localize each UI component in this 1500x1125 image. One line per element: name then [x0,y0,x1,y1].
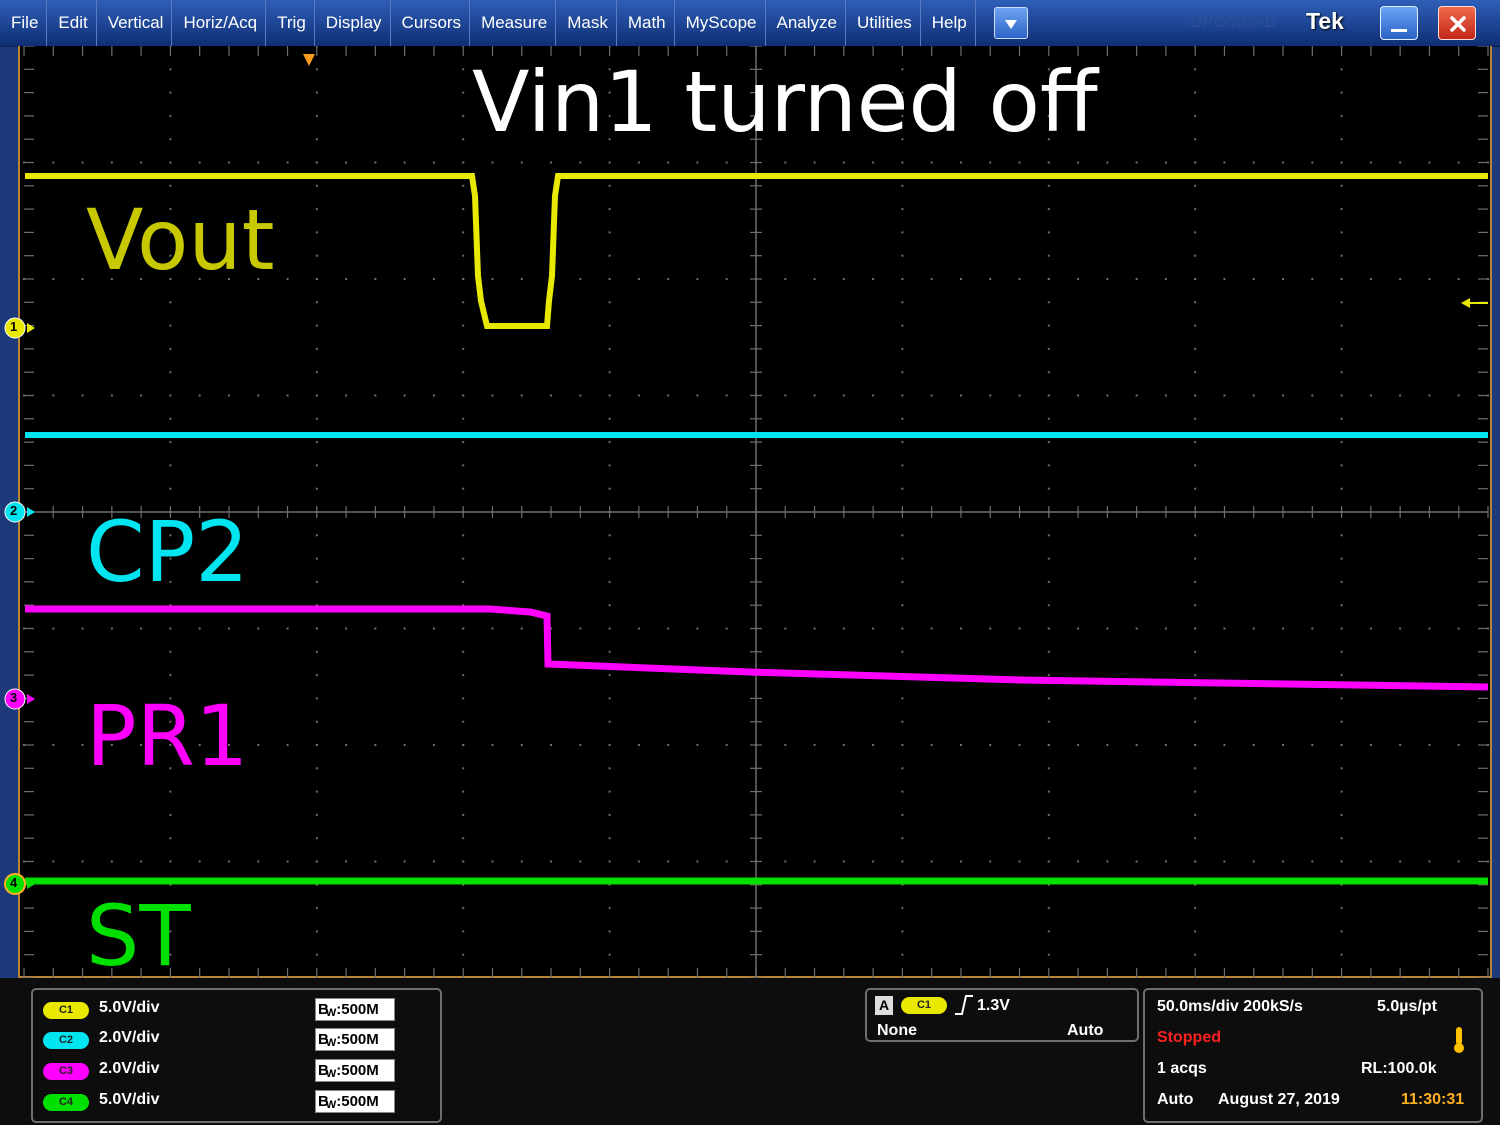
acquisition-date: August 27, 2019 [1218,1091,1340,1108]
menu-bar: File Edit Vertical Horiz/Acq Trig Display Curs… [0,0,1500,47]
channel-2-marker[interactable]: 2 [4,500,44,524]
menu-display[interactable]: Display [315,0,391,46]
menu-vertical[interactable]: Vertical [97,0,173,46]
close-icon [1450,16,1466,32]
channel-3-scale: 2.0V/div [99,1060,160,1077]
annotation-st: ST [86,887,191,985]
menu-edit[interactable]: Edit [47,0,97,46]
status-bar: C1 5.0V/div BW:500M C2 2.0V/div BW:500M … [0,978,1500,1125]
record-length: RL:100.0k [1361,1060,1437,1077]
channel-4-marker[interactable]: 4 [4,872,44,896]
channel-4-badge[interactable]: C4 [43,1094,89,1111]
acquisition-count: 1 acqs [1157,1060,1207,1077]
timebase: 50.0ms/div 200kS/s [1157,998,1303,1015]
channel-4-row[interactable]: C4 5.0V/div BW:500M [43,1090,423,1116]
menu-help[interactable]: Help [921,0,976,46]
channel-3-marker[interactable]: 3 [4,687,44,711]
channel-1-row[interactable]: C1 5.0V/div BW:500M [43,998,423,1024]
channel-4-bandwidth[interactable]: BW:500M [315,1090,395,1113]
trigger-coupling: None [877,1022,917,1039]
acquisition-panel[interactable]: 50.0ms/div 200kS/s 5.0µs/pt Stopped 1 ac… [1143,988,1483,1123]
menu-cursors[interactable]: Cursors [391,0,471,46]
minimize-icon [1391,29,1407,32]
trigger-level: 1.3V [977,997,1010,1014]
menu-horiz-acq[interactable]: Horiz/Acq [172,0,267,46]
annotation-cp2: CP2 [86,503,249,601]
minimize-button[interactable] [1380,6,1418,40]
acquisition-mode: Auto [1157,1091,1194,1108]
channel-settings-panel[interactable]: C1 5.0V/div BW:500M C2 2.0V/div BW:500M … [31,988,442,1123]
menu-math[interactable]: Math [617,0,675,46]
rising-edge-icon [955,995,973,1015]
menu-measure[interactable]: Measure [470,0,557,46]
trigger-level-marker[interactable] [1461,298,1488,308]
menu-trig[interactable]: Trig [266,0,315,46]
channel-3-bw-value: 500M [341,1062,379,1079]
trigger-mode: Auto [1067,1022,1104,1039]
temperature-warning-icon [1454,1027,1464,1053]
annotation-vout: Vout [86,191,275,289]
brand-logo: Tek [1306,8,1344,34]
annotation-title: Vin1 turned off [472,53,1098,151]
annotation-pr1: PR1 [86,687,249,785]
channel-3-bandwidth[interactable]: BW:500M [315,1059,395,1082]
model-name: DPO5054B [1190,12,1276,31]
channel-2-scale: 2.0V/div [99,1029,160,1046]
channel-3-row[interactable]: C3 2.0V/div BW:500M [43,1059,423,1085]
channel-1-badge[interactable]: C1 [43,1002,89,1019]
channel-1-marker-label: 1 [10,319,18,334]
close-button[interactable] [1438,6,1476,40]
sample-interval: 5.0µs/pt [1377,998,1437,1015]
channel-2-row[interactable]: C2 2.0V/div BW:500M [43,1028,423,1054]
menu-utilities[interactable]: Utilities [846,0,921,46]
channel-2-marker-label: 2 [10,503,18,518]
channel-3-badge[interactable]: C3 [43,1063,89,1080]
menu-file[interactable]: File [0,0,48,46]
menu-mask[interactable]: Mask [556,0,617,46]
channel-2-badge[interactable]: C2 [43,1032,89,1049]
channel-1-marker[interactable]: 1 [4,316,44,340]
channel-1-scale: 5.0V/div [99,999,160,1016]
menu-items: File Edit Vertical Horiz/Acq Trig Display Curs… [0,0,976,46]
acquisition-state: Stopped [1157,1029,1221,1046]
trigger-source-badge[interactable]: C1 [901,997,947,1014]
chevron-down-icon [1005,20,1017,29]
channel-3-marker-label: 3 [10,690,18,705]
channel-2-bandwidth[interactable]: BW:500M [315,1028,395,1051]
channel-4-marker-label: 4 [10,875,18,890]
channel-1-bw-value: 500M [341,1001,379,1018]
menu-dropdown-button[interactable] [994,7,1028,39]
trigger-panel[interactable]: A C1 1.3V None Auto [865,988,1139,1042]
channel-4-scale: 5.0V/div [99,1091,160,1108]
channel-2-bw-value: 500M [341,1031,379,1048]
waveform-display[interactable]: 1 2 3 4 Vin1 turned off Vout CP2 PR1 ST [4,46,1492,985]
channel-4-bw-value: 500M [341,1093,379,1110]
acquisition-time: 11:30:31 [1401,1091,1465,1108]
menu-analyze[interactable]: Analyze [766,0,846,46]
menu-myscope[interactable]: MyScope [675,0,766,46]
channel-1-bandwidth[interactable]: BW:500M [315,998,395,1021]
trigger-position-marker[interactable] [303,54,315,66]
trigger-a-badge: A [875,996,893,1015]
